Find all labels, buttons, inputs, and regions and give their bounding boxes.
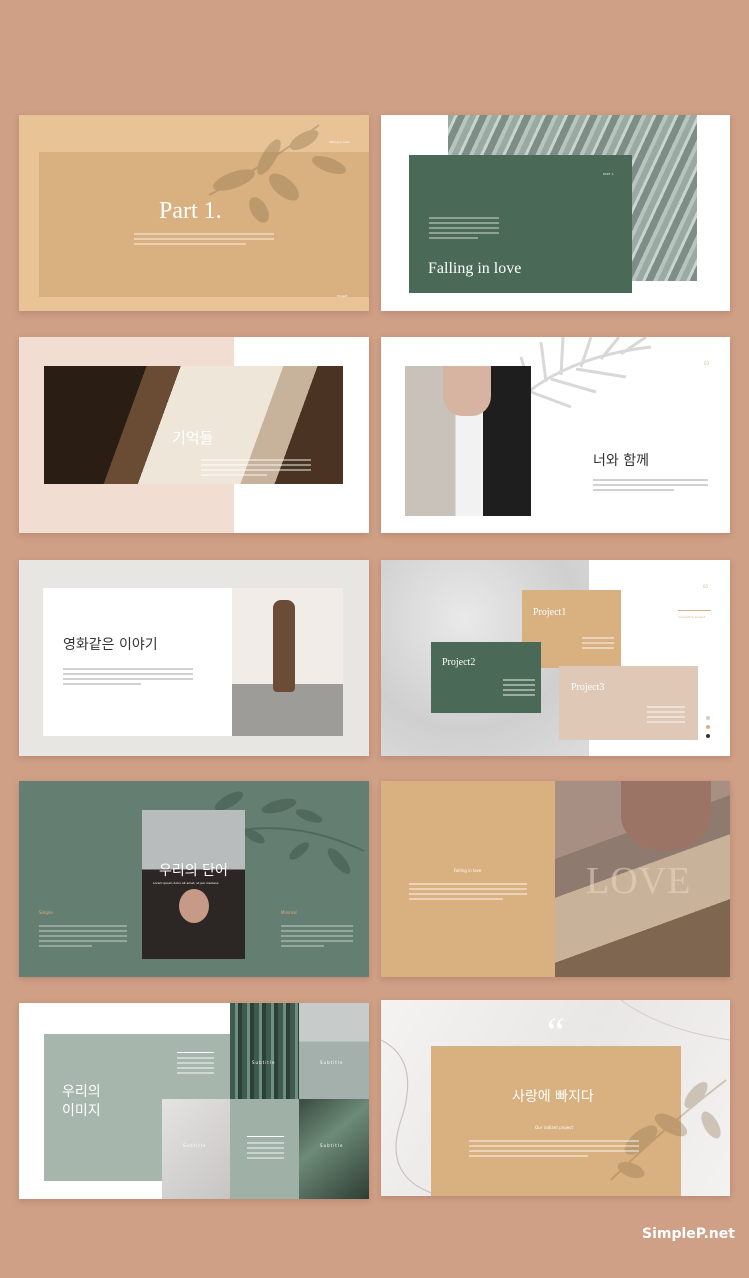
slide-title: 기억들: [172, 429, 214, 447]
slide-number: 05: [703, 584, 709, 589]
right-label: Minimal: [281, 910, 297, 915]
text-block-top: [177, 1057, 214, 1077]
slide-love[interactable]: LOVE Falling in love: [381, 781, 730, 977]
subtitle-1: Subtitle: [252, 1060, 276, 1065]
subtitle-3: Subtitle: [183, 1143, 207, 1148]
slide-body-text: [593, 479, 708, 494]
subtitle-2: Subtitle: [320, 1060, 344, 1065]
quote-mark: “: [547, 1009, 565, 1054]
project3-card[interactable]: Project3: [559, 666, 698, 740]
leaf-shadow: [610, 1079, 727, 1181]
accent-line: [678, 610, 711, 611]
sea-photo: [299, 1003, 369, 1099]
left-text: [39, 925, 127, 950]
project2-text: [503, 679, 535, 699]
project2-label: Project2: [442, 657, 476, 668]
left-label: Simple: [39, 910, 53, 915]
slide-with-you[interactable]: 03 너와 함께: [381, 337, 730, 533]
marble-photo: [162, 1099, 231, 1199]
text-block-bottom: [247, 1142, 284, 1162]
project3-text: [647, 706, 685, 726]
accent-line-bottom: [247, 1136, 284, 1137]
slide-our-images[interactable]: 우리의 이미지 Subtitle Subtitle Subtitle Subti…: [19, 1003, 369, 1199]
slide-body-text: [63, 668, 193, 688]
project1-label: Project1: [533, 607, 567, 618]
slide-number: 03: [704, 361, 710, 366]
slide-title-line1: 우리의: [62, 1084, 101, 1100]
woman-face: [179, 889, 209, 923]
slide-memories[interactable]: 기억들: [19, 337, 369, 533]
slide-subtitle: Innovative project: [678, 615, 706, 619]
slide-our-words[interactable]: 우리의 단어 Lorem ipsum dolor sit amet, ut pe…: [19, 781, 369, 977]
chin-shape: [621, 781, 711, 851]
curtain-photo: [230, 1003, 299, 1099]
slide-falling-in-love-korean[interactable]: “ 사랑에 빠지다 Our radiant project: [381, 1000, 730, 1196]
leaf-shadow: [208, 124, 347, 223]
palm-photo: [299, 1099, 369, 1199]
pagination-dots[interactable]: [706, 716, 710, 738]
slide-projects[interactable]: 05 Innovative project Project1 Project2 …: [381, 560, 730, 756]
slide-body-text: [134, 233, 274, 245]
project3-label: Project3: [571, 682, 605, 693]
slide-title-line2: 이미지: [62, 1103, 101, 1119]
slide-label: Falling in love: [454, 868, 482, 873]
slide-subtitle: Our radiant project: [535, 1125, 574, 1130]
slide-page-label: Project: [337, 294, 348, 298]
slide-title: 너와 함께: [593, 453, 649, 469]
slide-title: 영화같은 이야기: [63, 637, 158, 653]
slide-part1[interactable]: Part 1. Falling in love Project: [19, 115, 369, 311]
man-face: [443, 366, 491, 416]
slide-title: Falling in love: [428, 260, 522, 277]
slide-falling-in-love[interactable]: PART 1. Falling in love: [381, 115, 730, 311]
slide-body-text: [429, 217, 499, 242]
slide-movie-story[interactable]: 영화같은 이야기: [19, 560, 369, 756]
slide-title: 우리의 단어: [159, 863, 228, 879]
love-overlay: LOVE: [586, 860, 692, 902]
right-text: [281, 925, 353, 950]
slide-top-label: Falling in love: [329, 140, 350, 144]
project1-text: [582, 637, 614, 652]
slide-body-text: [469, 1140, 639, 1160]
slide-body-text: [409, 883, 527, 903]
accent-line-top: [177, 1052, 214, 1053]
part-label: PART 1.: [603, 172, 615, 176]
project2-card[interactable]: Project2: [431, 642, 541, 713]
watermark-logo: SimpleP.net: [642, 1226, 735, 1242]
subtitle-4: Subtitle: [320, 1143, 344, 1148]
model-figure: [273, 600, 295, 692]
slide-caption: Lorem ipsum dolor sit amet, ut per insol…: [153, 881, 219, 885]
slide-title: 사랑에 빠지다: [512, 1089, 594, 1105]
slide-title: Part 1.: [159, 198, 222, 224]
slide-body-text: [201, 459, 311, 479]
